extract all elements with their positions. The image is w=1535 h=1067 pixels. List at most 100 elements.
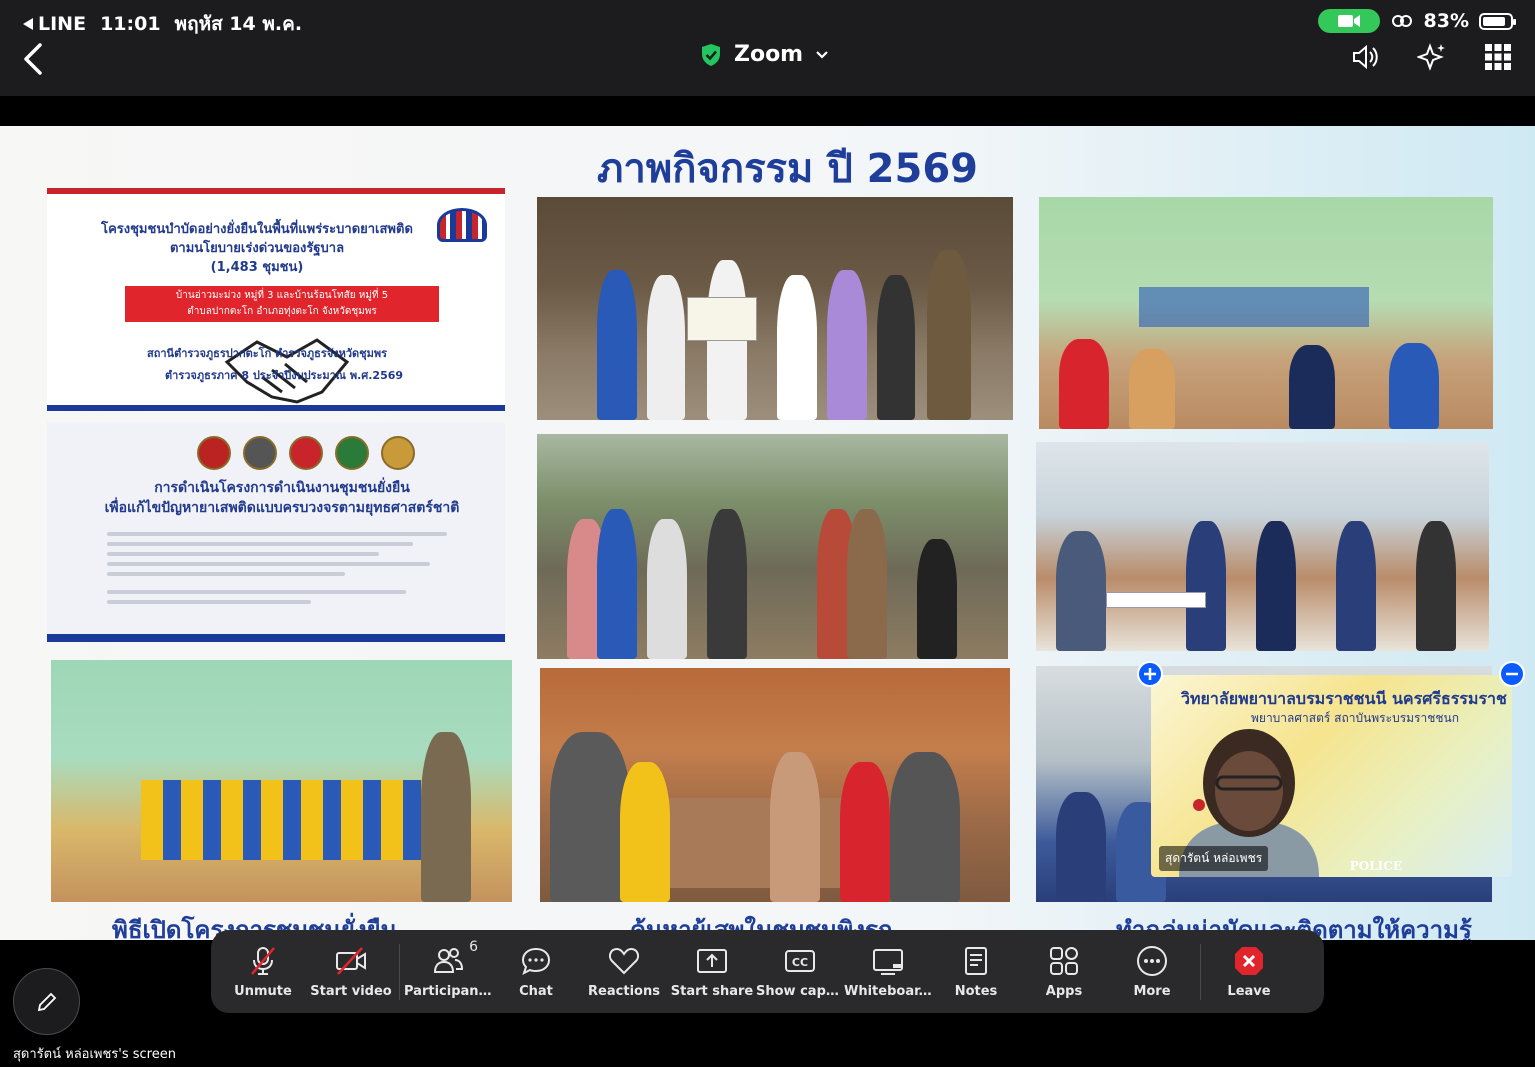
- minus-icon: [1506, 672, 1518, 676]
- svg-text:CC: CC: [792, 956, 808, 969]
- notes-icon: [965, 947, 987, 975]
- chevron-left-icon: [24, 43, 42, 75]
- pencil-icon: [37, 992, 56, 1011]
- toolbar-divider: [1200, 943, 1201, 1000]
- chevron-down-icon: [816, 50, 828, 59]
- chat-button[interactable]: Chat: [492, 937, 580, 1007]
- leave-label: Leave: [1227, 984, 1271, 999]
- whiteboard-button[interactable]: Whiteboar...: [844, 937, 932, 1007]
- speaker-icon: [1353, 44, 1378, 70]
- participants-icon: [433, 948, 464, 973]
- leave-icon: [1235, 947, 1263, 975]
- more-icon: [1137, 946, 1167, 976]
- banner-title: โครงชุมชนบำบัดอย่างยั่งยืนในพื้นที่แพร่ร…: [67, 220, 447, 277]
- activity-photo-group: [537, 197, 1013, 420]
- screen-share-owner-label: สุดารัตน์ หล่อเพชร's screen: [13, 1047, 176, 1062]
- back-triangle-icon: [23, 18, 33, 30]
- start-video-button[interactable]: Start video: [307, 937, 395, 1007]
- show-captions-button[interactable]: CC Show capt...: [756, 937, 844, 1007]
- status-date: พฤหัส 14 พ.ค.: [174, 13, 303, 35]
- activity-photo-screening: [540, 668, 1010, 902]
- banner-footer-line2: ตำรวจภูธรภาค 8 ประจำปีงบประมาณ พ.ศ.2569: [165, 369, 404, 382]
- participants-button[interactable]: 6 Participants: [404, 937, 492, 1007]
- unmute-button[interactable]: Unmute: [219, 937, 307, 1007]
- banner-location-line2: ตำบลปากตะโก อำเภอทุ่งตะโก จังหวัดชุมพร: [187, 306, 377, 317]
- speaker-name-label: สุดารัตน์ หล่อเพชร: [1159, 846, 1269, 871]
- meeting-title-dropdown[interactable]: Zoom: [700, 42, 829, 67]
- banner-title-line1: โครงชุมชนบำบัดอย่างยั่งยืนในพื้นที่แพร่ร…: [101, 222, 413, 237]
- chat-icon: [521, 947, 551, 975]
- mou-banner: การดำเนินโครงการดำเนินงานชุมชนยั่งยืน เพ…: [47, 422, 505, 642]
- video-camera-icon: [1337, 15, 1360, 27]
- speaker-button[interactable]: [1351, 40, 1381, 74]
- mic-off-icon: [251, 947, 275, 975]
- activity-photo-community: [537, 434, 1008, 659]
- reactions-button[interactable]: Reactions: [580, 937, 668, 1007]
- reactions-label: Reactions: [588, 984, 660, 999]
- notes-button[interactable]: Notes: [932, 937, 1020, 1007]
- plus-icon: [1144, 668, 1156, 680]
- leave-button[interactable]: Leave: [1205, 937, 1293, 1007]
- heart-icon: [608, 947, 640, 975]
- activity-photo-testing: [1036, 442, 1489, 651]
- test-kit-box: [1106, 592, 1206, 608]
- more-label: More: [1133, 984, 1171, 999]
- banner-title-line3: (1,483 ชุมชน): [210, 260, 304, 275]
- apps-button[interactable]: Apps: [1020, 937, 1108, 1007]
- tile-expand-button[interactable]: [1137, 661, 1163, 687]
- mou-title-line1: การดำเนินโครงการดำเนินงานชุมชนยั่งยืน: [154, 480, 410, 496]
- meeting-toolbar: Unmute Start video 6 Participants Chat R…: [211, 930, 1324, 1013]
- meeting-title: Zoom: [734, 42, 804, 67]
- layout-grid-button[interactable]: [1483, 40, 1513, 74]
- tile-minimize-button[interactable]: [1499, 661, 1525, 687]
- camera-in-use-indicator[interactable]: [1317, 9, 1380, 33]
- mou-title-line2: เพื่อแก้ไขปัญหายาเสพติดแบบครบวงจรตามยุทธ…: [104, 500, 460, 516]
- banner-footer-line1: สถานีตำรวจภูธรปากตะโก ตำรวจภูธรจังหวัดชุ…: [147, 347, 388, 360]
- battery-level-fill: [1483, 16, 1505, 26]
- banner-location-box: บ้านอ่าวมะม่วง หมู่ที่ 3 และบ้านร้อนโทสั…: [125, 286, 439, 322]
- show-captions-label: Show capt...: [756, 984, 844, 999]
- mou-signature-block: [107, 526, 447, 610]
- meeting-header: Zoom: [0, 40, 1535, 96]
- apps-icon: [1050, 947, 1078, 975]
- participants-label: Participants: [404, 984, 492, 999]
- seal-logo: [289, 436, 323, 470]
- video-off-icon: [336, 947, 366, 975]
- back-button[interactable]: [20, 42, 50, 76]
- participant-count: 6: [469, 938, 478, 955]
- grid-icon: [1485, 44, 1511, 70]
- whiteboard-label: Whiteboar...: [844, 984, 932, 999]
- share-icon: [697, 949, 727, 973]
- notes-label: Notes: [954, 984, 998, 999]
- banner-logos: [197, 436, 415, 470]
- start-share-button[interactable]: Start share: [668, 937, 756, 1007]
- whiteboard-icon: [873, 949, 903, 975]
- seal-logo: [243, 436, 277, 470]
- project-banner: โครงชุมชนบำบัดอย่างยั่งยืนในพื้นที่แพร่ร…: [47, 188, 505, 411]
- toolbar-divider: [399, 943, 400, 1000]
- sparkle-icon: [1417, 43, 1445, 71]
- speaker-video-tile[interactable]: วิทยาลัยพยาบาลบรมราชชนนี นครศรีธรรมราช พ…: [1151, 675, 1512, 877]
- battery-percent: 83%: [1423, 10, 1469, 32]
- activity-photo-meeting: [1039, 197, 1493, 429]
- seal-logo: [381, 436, 415, 470]
- unmute-label: Unmute: [234, 984, 292, 999]
- link-icon: [1391, 15, 1412, 27]
- status-time: 11:01: [100, 13, 161, 35]
- back-app-label: LINE: [38, 13, 87, 35]
- status-bar: LINE 11:01 พฤหัส 14 พ.ค. 83%: [0, 0, 1535, 40]
- ai-companion-button[interactable]: [1417, 40, 1447, 74]
- battery-icon: [1479, 12, 1516, 30]
- start-video-label: Start video: [310, 984, 392, 999]
- annotate-button[interactable]: [13, 968, 80, 1035]
- apps-label: Apps: [1045, 984, 1083, 999]
- more-button[interactable]: More: [1108, 937, 1196, 1007]
- back-to-app-link[interactable]: LINE: [22, 13, 86, 35]
- start-share-label: Start share: [670, 984, 754, 999]
- cc-icon: CC: [785, 950, 815, 972]
- agency-logo: [437, 208, 487, 242]
- banner-location-line1: บ้านอ่าวมะม่วง หมู่ที่ 3 และบ้านร้อนโทสั…: [175, 290, 389, 301]
- seal-logo: [335, 436, 369, 470]
- certificate-board: [687, 297, 757, 341]
- police-badge-text: POLICE: [1349, 859, 1402, 873]
